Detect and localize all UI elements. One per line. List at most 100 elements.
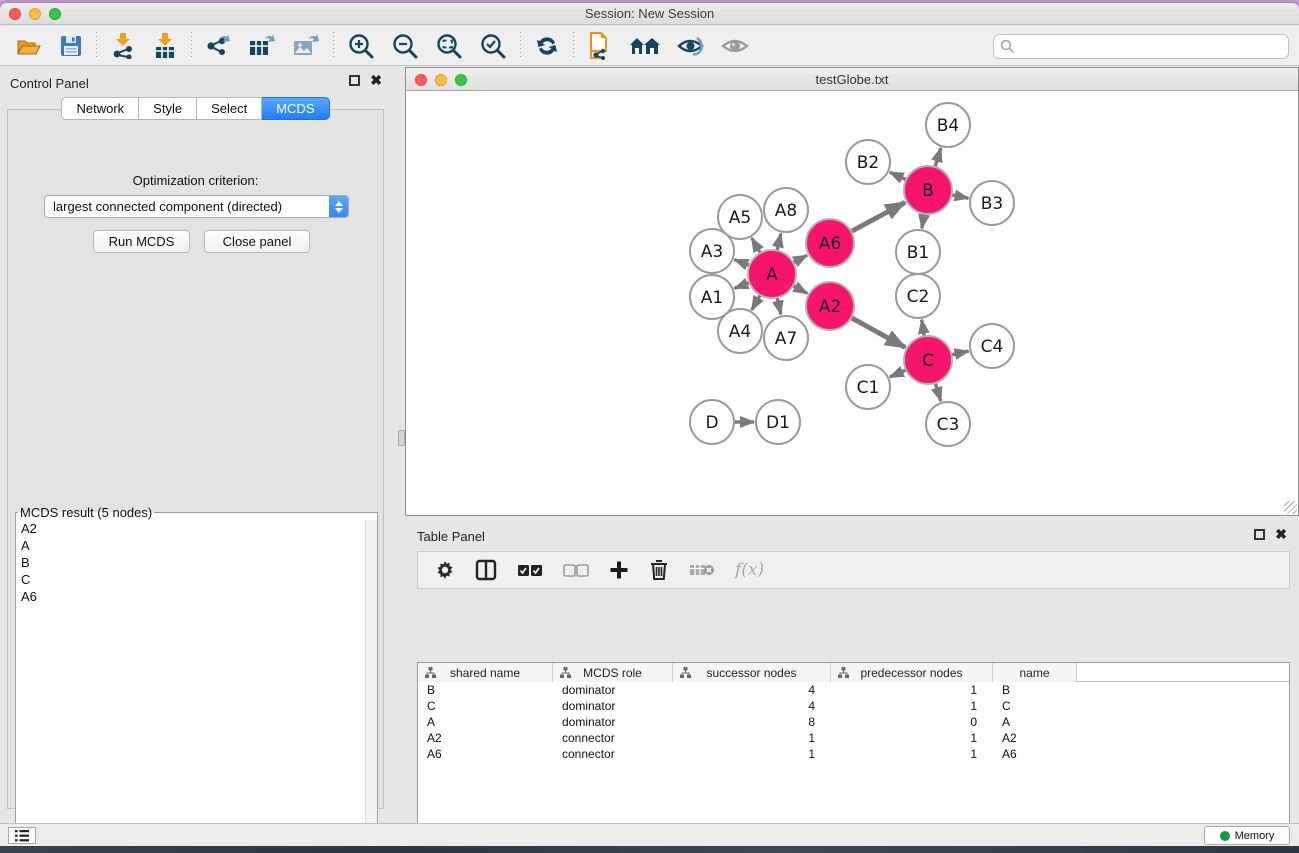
graph-node-B2[interactable]: B2: [846, 140, 890, 184]
edge-C-C2[interactable]: [922, 320, 925, 337]
graph-node-B1[interactable]: B1: [896, 230, 940, 274]
result-list-scrollbar[interactable]: [365, 520, 377, 832]
import-table-button[interactable]: [144, 29, 186, 63]
task-history-button[interactable]: [8, 827, 36, 844]
edge-A-A2[interactable]: [793, 286, 807, 294]
column-header-name[interactable]: name: [993, 663, 1077, 682]
show-graphics-details-button[interactable]: [713, 29, 757, 63]
table-row[interactable]: A2connector11A2: [418, 730, 1289, 746]
zoom-out-button[interactable]: [383, 29, 427, 63]
edge-C-C3[interactable]: [935, 383, 941, 401]
graph-node-A8[interactable]: A8: [764, 188, 808, 232]
mcds-result-list[interactable]: A2ABCA6: [16, 520, 377, 832]
graph-node-A2[interactable]: A2: [806, 282, 854, 330]
graph-node-B[interactable]: B: [904, 166, 952, 214]
result-list-item[interactable]: A6: [16, 588, 377, 605]
open-session-button[interactable]: [8, 29, 51, 63]
zoom-selected-button[interactable]: [471, 29, 515, 63]
hide-graphics-details-button[interactable]: [669, 29, 713, 63]
tab-select[interactable]: Select: [197, 97, 262, 120]
function-builder-button[interactable]: f(x): [728, 555, 771, 585]
add-column-button[interactable]: [602, 555, 636, 585]
table-panel-close-icon[interactable]: ✖: [1275, 529, 1287, 540]
zoom-fit-button[interactable]: [427, 29, 471, 63]
import-network-button[interactable]: [102, 29, 144, 63]
column-visibility-button[interactable]: [468, 555, 504, 585]
edge-A2-C[interactable]: [851, 318, 905, 348]
graph-node-C2[interactable]: C2: [896, 274, 940, 318]
search-icon: [1000, 39, 1015, 54]
window-resize-grip[interactable]: [1284, 501, 1297, 514]
graph-node-D[interactable]: D: [690, 400, 734, 444]
optimization-criterion-select[interactable]: largest connected component (directed): [44, 195, 349, 218]
edge-A-A4[interactable]: [752, 295, 761, 310]
result-list-item[interactable]: C: [16, 571, 377, 588]
search-field[interactable]: [993, 34, 1289, 59]
graph-node-A4[interactable]: A4: [718, 309, 762, 353]
edge-B-B1[interactable]: [922, 214, 924, 229]
result-list-item[interactable]: A2: [16, 520, 377, 537]
edge-A-A5[interactable]: [752, 238, 761, 253]
edge-B-B2[interactable]: [890, 172, 907, 180]
control-panel-close-icon[interactable]: ✖: [370, 75, 382, 86]
export-table-button[interactable]: [240, 29, 284, 63]
tab-mcds[interactable]: MCDS: [262, 97, 329, 120]
home-button[interactable]: [621, 29, 669, 63]
refresh-button[interactable]: [526, 29, 568, 63]
network-window-titlebar[interactable]: testGlobe.txt: [406, 68, 1298, 91]
edge-B-B3[interactable]: [952, 195, 969, 198]
table-row[interactable]: A6connector11A6: [418, 746, 1289, 762]
close-panel-button[interactable]: Close panel: [204, 230, 310, 253]
edge-A6-B[interactable]: [851, 202, 905, 231]
graph-node-A[interactable]: A: [748, 250, 796, 298]
edge-A-A1[interactable]: [734, 283, 749, 289]
edge-C-C4[interactable]: [951, 351, 968, 355]
network-graph-canvas[interactable]: B4B2BB3A8A5A6A3B1AC2A1A2A4A7C4CC1DD1C3: [406, 92, 1298, 515]
column-header-successor-nodes[interactable]: successor nodes: [673, 663, 831, 682]
edge-A-A6[interactable]: [793, 255, 807, 262]
table-panel-float-icon[interactable]: [1254, 529, 1265, 540]
graph-node-C4[interactable]: C4: [970, 324, 1014, 368]
export-image-button[interactable]: [284, 29, 328, 63]
table-row[interactable]: Cdominator41C: [418, 698, 1289, 714]
clone-network-button[interactable]: [579, 29, 621, 63]
graph-node-A3[interactable]: A3: [690, 229, 734, 273]
control-panel-float-icon[interactable]: [349, 75, 360, 86]
column-header-MCDS-role[interactable]: MCDS role: [553, 663, 673, 682]
graph-node-B3[interactable]: B3: [970, 181, 1014, 225]
tab-style[interactable]: Style: [139, 97, 197, 120]
deselect-all-button[interactable]: [556, 555, 596, 585]
graph-node-C1[interactable]: C1: [846, 365, 890, 409]
result-list-item[interactable]: A: [16, 537, 377, 554]
edge-C-C1[interactable]: [890, 370, 906, 377]
edge-A-A8[interactable]: [777, 233, 781, 250]
node-label: A7: [775, 329, 797, 349]
edge-A-A7[interactable]: [777, 297, 781, 314]
zoom-in-button[interactable]: [339, 29, 383, 63]
delete-column-button[interactable]: [642, 555, 676, 585]
select-all-button[interactable]: [510, 555, 550, 585]
search-input[interactable]: [1015, 40, 1288, 54]
result-list-item[interactable]: B: [16, 554, 377, 571]
save-session-button[interactable]: [51, 29, 91, 63]
graph-node-B4[interactable]: B4: [926, 103, 970, 147]
graph-node-C3[interactable]: C3: [926, 402, 970, 446]
cell-successor-nodes: 1: [673, 747, 831, 761]
panel-divider-handle[interactable]: [398, 430, 405, 446]
delete-table-button[interactable]: [682, 555, 722, 585]
export-network-button[interactable]: [197, 29, 240, 63]
run-mcds-button[interactable]: Run MCDS: [93, 230, 190, 253]
table-row[interactable]: Bdominator41B: [418, 682, 1289, 698]
tab-network[interactable]: Network: [61, 97, 139, 120]
graph-node-C[interactable]: C: [904, 336, 952, 384]
edge-A-A3[interactable]: [734, 260, 749, 266]
table-row[interactable]: Adominator80A: [418, 714, 1289, 730]
column-header-predecessor-nodes[interactable]: predecessor nodes: [831, 663, 993, 682]
graph-node-A7[interactable]: A7: [764, 316, 808, 360]
graph-node-A6[interactable]: A6: [806, 219, 854, 267]
column-header-shared-name[interactable]: shared name: [418, 663, 553, 682]
table-settings-button[interactable]: [428, 555, 462, 585]
graph-node-D1[interactable]: D1: [756, 400, 800, 444]
memory-button[interactable]: Memory: [1204, 826, 1290, 845]
edge-B-B4[interactable]: [935, 148, 941, 167]
